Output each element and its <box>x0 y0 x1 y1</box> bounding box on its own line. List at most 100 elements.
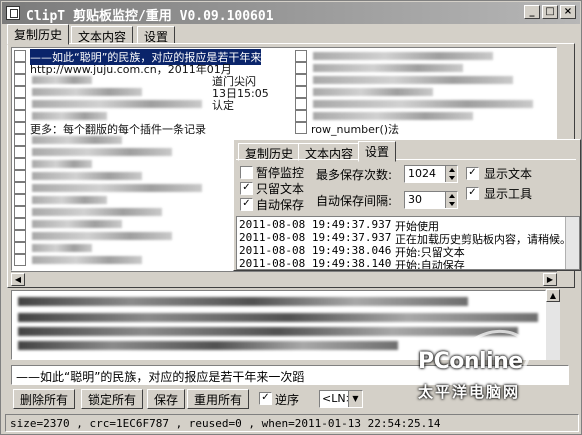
main-window: ClipT 剪贴板监控/重用 V0.09.100601 _ □ × 复制历史 文… <box>0 0 582 435</box>
show-tools-checkbox[interactable]: ✓ <box>466 187 479 200</box>
scroll-left-icon[interactable]: ◀ <box>11 273 25 286</box>
tab-text-content[interactable]: 文本内容 <box>71 26 134 44</box>
list-item-checkbox[interactable] <box>14 146 26 158</box>
list-item-checkbox[interactable] <box>14 206 26 218</box>
settings-popup: 复制历史 文本内容 设置 暂停监控 ✓ 只留文本 ✓ 自动保存 最多保存次数: … <box>233 139 581 271</box>
lock-all-button[interactable]: 锁定所有 <box>81 389 144 409</box>
reverse-order-label: 逆序 <box>275 393 300 407</box>
list-item-text <box>313 112 473 120</box>
list-item-checkbox[interactable] <box>295 74 307 86</box>
list-item-text <box>32 88 142 96</box>
history-horizontal-scrollbar[interactable]: ◀ ▶ <box>11 271 557 286</box>
log-timestamp: 2011-08-08 19:49:37.937 <box>239 231 392 244</box>
auto-save-label: 自动保存 <box>256 198 305 212</box>
list-item-text <box>32 136 122 144</box>
close-button[interactable]: × <box>560 5 576 19</box>
list-item-checkbox[interactable] <box>295 98 307 110</box>
separator-select[interactable]: <LN> ▼ <box>319 390 363 408</box>
max-saves-value: 1024 <box>408 167 436 180</box>
list-item-checkbox[interactable] <box>14 170 26 182</box>
list-item-text <box>313 88 433 96</box>
show-tools-label: 显示工具 <box>484 187 533 201</box>
list-item[interactable] <box>295 62 556 74</box>
list-item-checkbox[interactable] <box>14 122 26 134</box>
content-line <box>18 313 538 322</box>
list-item-checkbox[interactable] <box>14 194 26 206</box>
tab-history[interactable]: 复制历史 <box>7 24 70 45</box>
list-item-checkbox[interactable] <box>14 182 26 194</box>
list-item-checkbox[interactable] <box>14 98 26 110</box>
list-item[interactable] <box>295 74 556 86</box>
watermark-subtitle: 太平洋电脑网 <box>418 383 521 401</box>
reverse-order-checkbox[interactable]: ✓ <box>259 392 272 405</box>
list-item-text <box>32 208 162 216</box>
app-icon[interactable] <box>6 6 20 20</box>
pause-monitor-label: 暂停监控 <box>256 166 305 180</box>
list-item-checkbox[interactable] <box>14 230 26 242</box>
window-title: ClipT 剪贴板监控/重用 V0.09.100601 <box>26 9 274 24</box>
tab-settings[interactable]: 设置 <box>137 26 176 44</box>
list-item-text <box>313 64 463 72</box>
delete-all-button[interactable]: 删除所有 <box>13 389 76 409</box>
chevron-down-icon[interactable]: ▼ <box>348 391 362 407</box>
list-item-text: 认定 <box>212 99 234 112</box>
maximize-button[interactable]: □ <box>542 5 558 19</box>
log-message: 开始使用 <box>395 220 439 233</box>
show-text-checkbox[interactable]: ✓ <box>466 167 479 180</box>
list-item-checkbox[interactable] <box>14 158 26 170</box>
spinner-arrows-icon[interactable] <box>445 192 457 208</box>
list-item-text <box>313 76 513 84</box>
list-item-text <box>32 184 202 192</box>
list-item-checkbox[interactable] <box>295 122 307 134</box>
spinner-arrows-icon[interactable] <box>445 166 457 182</box>
reuse-all-button[interactable]: 重用所有 <box>187 389 250 409</box>
event-log[interactable]: 2011-08-08 19:49:38.140 开始:自动保存 2011-08-08… <box>236 216 580 270</box>
auto-save-checkbox[interactable]: ✓ <box>240 198 253 211</box>
list-item[interactable]: 更多：每个翻版的每个插件一条记录 <box>14 122 294 136</box>
text-only-label: 只留文本 <box>256 182 305 196</box>
list-item-text <box>32 160 92 168</box>
log-timestamp: 2011-08-08 19:49:37.937 <box>239 218 392 231</box>
list-item-text <box>32 112 107 120</box>
list-item-checkbox[interactable] <box>14 242 26 254</box>
scroll-right-icon[interactable]: ▶ <box>543 273 557 286</box>
list-item-checkbox[interactable] <box>295 110 307 122</box>
title-bar[interactable]: ClipT 剪贴板监控/重用 V0.09.100601 _ □ × <box>2 2 580 24</box>
auto-interval-label: 自动保存间隔: <box>316 194 393 208</box>
list-item-text <box>32 232 172 240</box>
list-item-checkbox[interactable] <box>14 86 26 98</box>
list-item-checkbox[interactable] <box>14 50 26 62</box>
list-item-text: row_number()法 <box>311 123 400 136</box>
list-item-text <box>32 256 142 264</box>
list-item[interactable]: row_number()法 <box>295 122 556 136</box>
text-only-checkbox[interactable]: ✓ <box>240 182 253 195</box>
list-item-checkbox[interactable] <box>14 218 26 230</box>
popup-tab-settings[interactable]: 设置 <box>358 141 397 162</box>
watermark-brand: PConline <box>418 349 523 374</box>
auto-interval-spinner[interactable]: 30 <box>404 191 458 209</box>
list-item-checkbox[interactable] <box>295 50 307 62</box>
pause-monitor-checkbox[interactable] <box>240 166 253 179</box>
content-line <box>18 341 398 350</box>
list-item[interactable] <box>295 86 556 98</box>
list-item-checkbox[interactable] <box>14 254 26 266</box>
list-item-checkbox[interactable] <box>14 74 26 86</box>
save-button[interactable]: 保存 <box>147 389 186 409</box>
list-item-checkbox[interactable] <box>14 62 26 74</box>
show-text-label: 显示文本 <box>484 167 533 181</box>
content-line <box>18 297 468 306</box>
max-saves-spinner[interactable]: 1024 <box>404 165 458 183</box>
list-item-text <box>32 100 202 108</box>
minimize-button[interactable]: _ <box>524 5 540 19</box>
scroll-up-icon[interactable]: ▲ <box>546 289 560 302</box>
list-item-checkbox[interactable] <box>295 86 307 98</box>
list-item-checkbox[interactable] <box>14 134 26 146</box>
list-item[interactable] <box>295 98 556 110</box>
pconline-watermark-logo: PConline 太平洋电脑网 <box>396 320 581 429</box>
log-entry: 2011-08-08 19:49:37.937 开始使用 <box>237 218 563 233</box>
list-item-checkbox[interactable] <box>295 62 307 74</box>
list-item-checkbox[interactable] <box>14 110 26 122</box>
list-item-text <box>32 172 142 180</box>
log-scrollbar[interactable] <box>565 217 579 269</box>
list-item[interactable] <box>295 50 556 62</box>
